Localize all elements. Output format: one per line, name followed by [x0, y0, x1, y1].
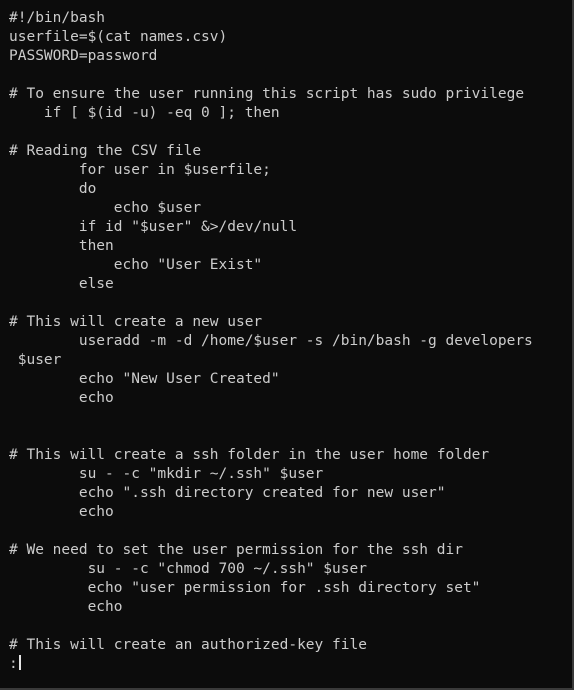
code-line: su - -c "chmod 700 ~/.ssh" $user: [9, 561, 367, 577]
code-line: if id "$user" &>/dev/null: [9, 219, 298, 235]
code-line: echo "user permission for .ssh directory…: [9, 580, 481, 596]
code-line: #!/bin/bash: [9, 10, 106, 26]
code-line: userfile=$(cat names.csv): [9, 29, 228, 45]
code-line: if [ $(id -u) -eq 0 ]; then: [9, 105, 280, 121]
code-line: do: [9, 181, 97, 197]
code-line: echo ".ssh directory created for new use…: [9, 485, 446, 501]
code-line: $user: [9, 352, 62, 368]
code-line: echo "New User Created": [9, 371, 280, 387]
code-line: for user in $userfile;: [9, 162, 271, 178]
code-line: # Reading the CSV file: [9, 143, 202, 159]
code-line: echo: [9, 504, 114, 520]
code-line: echo $user: [9, 200, 202, 216]
code-line: # This will create a ssh folder in the u…: [9, 447, 490, 463]
code-line: then: [9, 238, 114, 254]
code-line: # To ensure the user running this script…: [9, 86, 525, 102]
code-line: # This will create an authorized-key fil…: [9, 637, 367, 653]
text-cursor: [18, 655, 21, 670]
code-line: su - -c "mkdir ~/.ssh" $user: [9, 466, 324, 482]
pager-prompt: :: [9, 656, 18, 672]
code-line: echo: [9, 390, 114, 406]
code-line: PASSWORD=password: [9, 48, 158, 64]
code-line: # We need to set the user permission for…: [9, 542, 463, 558]
code-line: echo "User Exist": [9, 257, 263, 273]
pager-prompt-line[interactable]: :: [9, 655, 572, 674]
script-content: #!/bin/bash userfile=$(cat names.csv) PASS…: [9, 9, 572, 655]
code-line: else: [9, 276, 114, 292]
code-line: useradd -m -d /home/$user -s /bin/bash -…: [9, 333, 533, 349]
code-line: echo: [9, 599, 123, 615]
code-line: # This will create a new user: [9, 314, 263, 330]
terminal-window[interactable]: #!/bin/bash userfile=$(cat names.csv) PASS…: [0, 0, 574, 690]
